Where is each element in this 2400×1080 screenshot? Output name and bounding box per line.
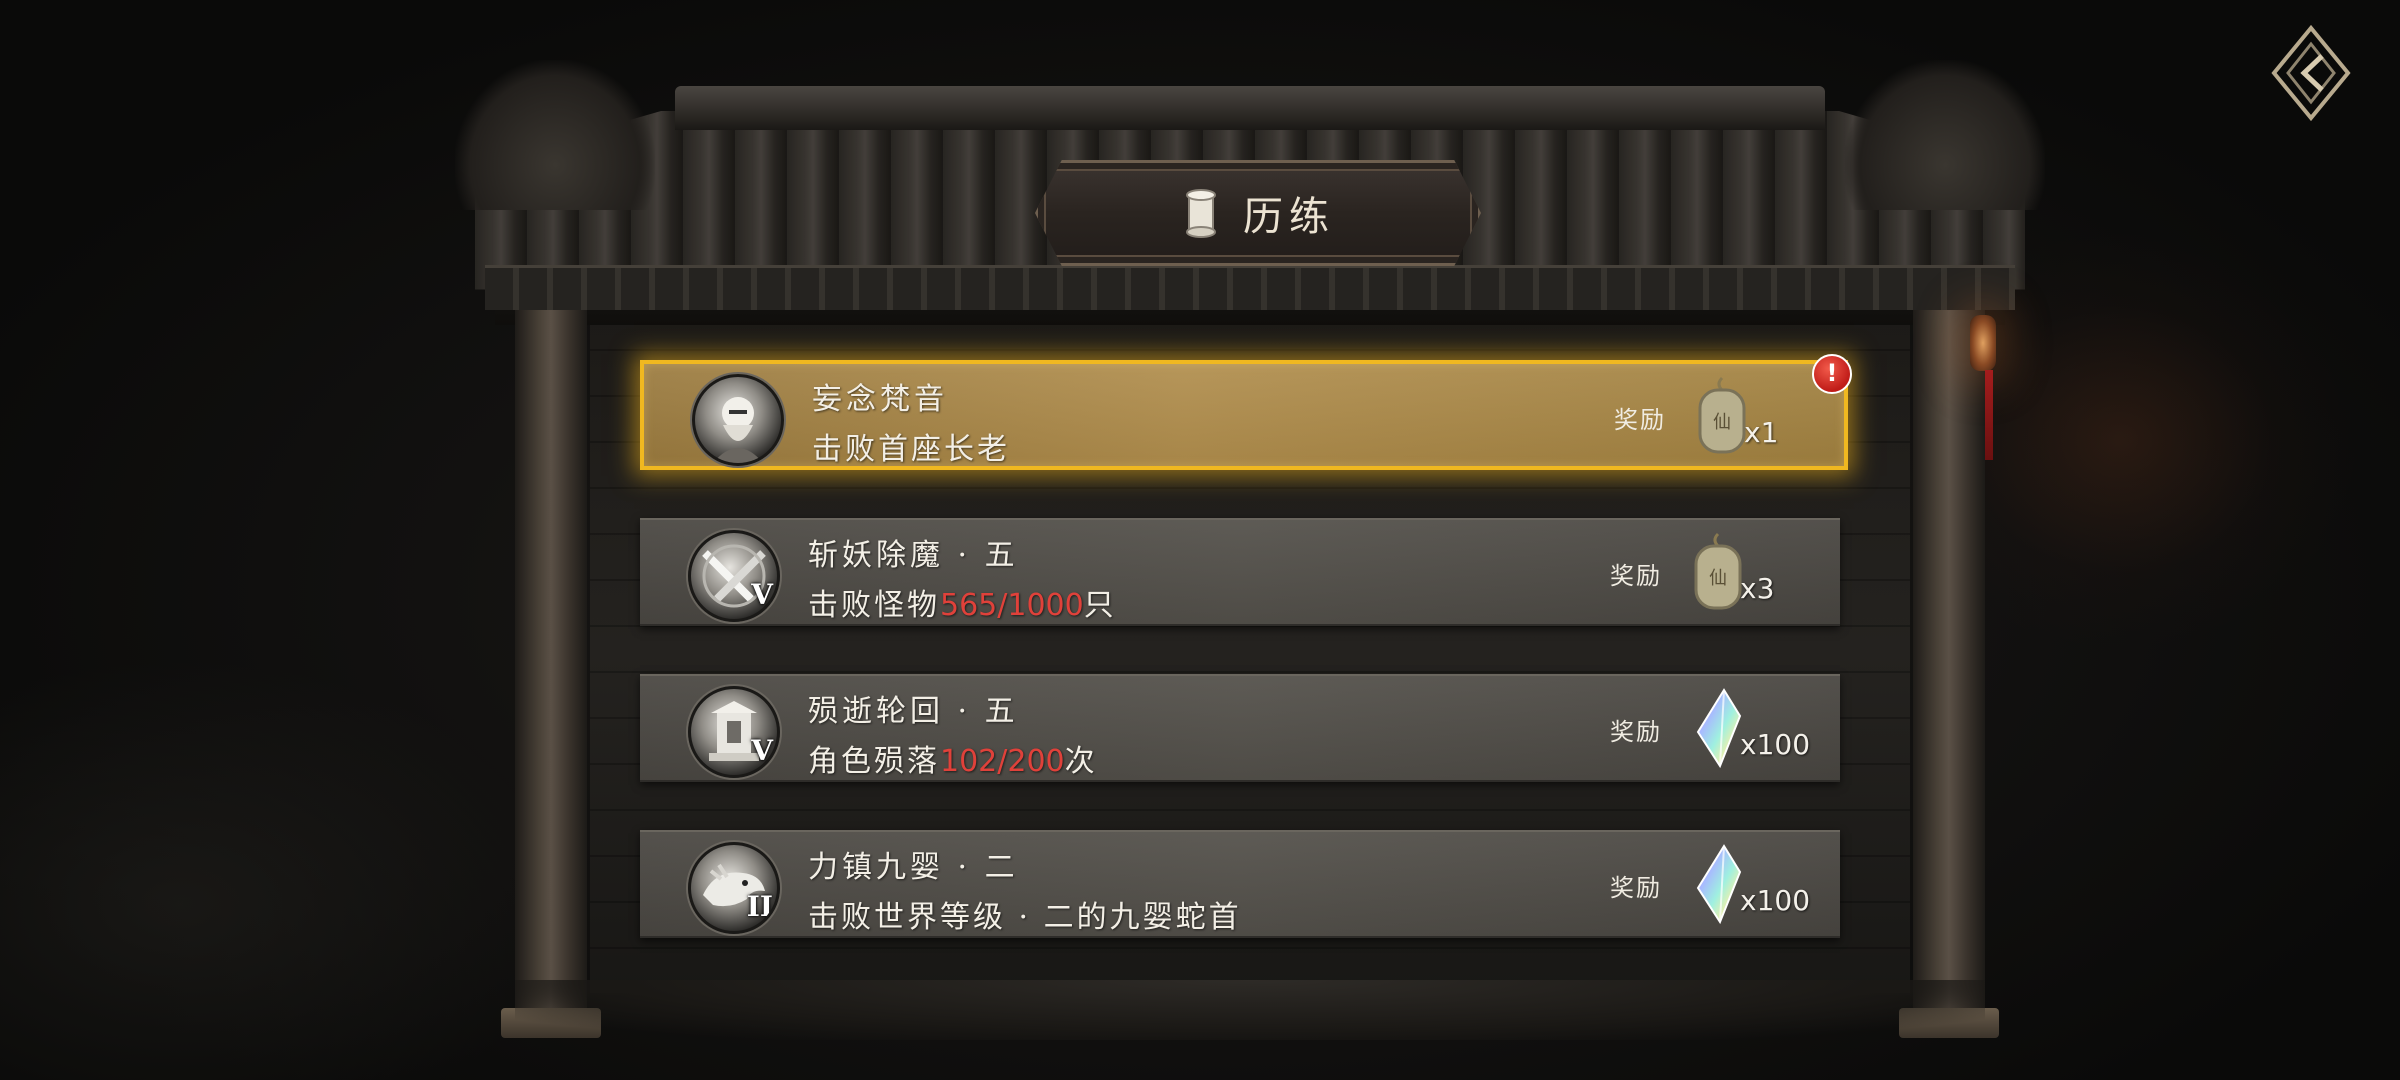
reward-quantity: x100 <box>1740 884 1811 917</box>
quest-desc-text: 击败首座长老 <box>812 432 1010 467</box>
quest-progress: 565/1000 <box>940 588 1084 623</box>
roof-eave <box>485 265 2015 310</box>
jade-token-icon: 仙 <box>1694 532 1742 610</box>
tier-numeral: II <box>746 890 773 923</box>
red-tassel <box>1985 370 1993 460</box>
quest-name: 斩妖除魔 · 五 <box>808 538 1019 573</box>
back-button[interactable] <box>2270 24 2352 122</box>
title-plaque: 历练 <box>1035 160 1481 266</box>
quest-name: 妄念梵音 <box>812 382 948 417</box>
quest-name: 力镇九婴 · 二 <box>808 850 1019 885</box>
quest-item-zhanyao-chumo[interactable]: V 斩妖除魔 · 五 击败怪物565/1000只 奖励 仙 x3 <box>640 518 1840 626</box>
quest-name: 殒逝轮回 · 五 <box>808 694 1019 729</box>
quest-description: 击败世界等级 · 二的九婴蛇首 <box>808 892 1242 936</box>
elder-portrait-icon <box>713 397 763 463</box>
scroll-icon <box>1186 189 1216 238</box>
roof-ridge <box>675 86 1825 130</box>
quest-badge: II <box>688 842 780 934</box>
game-screen: 历练 妄念梵音 击败首座长老 奖励 仙 x1 ! V 斩妖除魔 · 五 击败怪物… <box>0 0 2400 1080</box>
reward-quantity: x3 <box>1740 572 1775 605</box>
quest-badge: V <box>688 530 780 622</box>
reward-quantity: x1 <box>1744 416 1779 449</box>
quest-desc-text: 击败世界等级 · 二的九婴蛇首 <box>808 900 1242 935</box>
svg-text:仙: 仙 <box>1709 568 1727 589</box>
lantern-icon <box>1970 315 1996 371</box>
reward-quantity: x100 <box>1740 728 1811 761</box>
quest-badge: V <box>688 686 780 778</box>
quest-badge <box>692 374 784 466</box>
quest-progress: 102/200 <box>940 744 1065 779</box>
quest-list: 妄念梵音 击败首座长老 奖励 仙 x1 ! V 斩妖除魔 · 五 击败怪物565… <box>640 354 1852 986</box>
pillar-right <box>1913 310 1985 1020</box>
quest-desc-text: 角色殒落 <box>808 744 940 779</box>
reward-label: 奖励 <box>1610 562 1662 590</box>
quest-desc-suffix: 次 <box>1064 744 1098 779</box>
quest-item-lizhen-jiuying[interactable]: II 力镇九婴 · 二 击败世界等级 · 二的九婴蛇首 奖励 x100 <box>640 830 1840 938</box>
rainbow-crystal-icon <box>1696 688 1742 769</box>
quest-desc-text: 击败怪物 <box>808 588 940 623</box>
svg-text:仙: 仙 <box>1713 412 1731 433</box>
reward-label: 奖励 <box>1610 874 1662 902</box>
quest-item-wangnian-fanyin[interactable]: 妄念梵音 击败首座长老 奖励 仙 x1 ! <box>640 354 1852 470</box>
diamond-arrow-back-icon <box>2271 24 2351 122</box>
quest-description: 击败首座长老 <box>812 424 1010 468</box>
tier-numeral: V <box>751 578 773 611</box>
quest-description: 角色殒落102/200次 <box>808 736 1098 780</box>
dragon-ornament-right <box>1845 60 2045 210</box>
quest-item-yunshi-lunhui[interactable]: V 殒逝轮回 · 五 角色殒落102/200次 奖励 x100 <box>640 674 1840 782</box>
quest-desc-suffix: 只 <box>1083 588 1117 623</box>
pillar-left <box>515 310 587 1020</box>
reward-label: 奖励 <box>1614 406 1666 434</box>
tier-numeral: V <box>751 734 773 767</box>
jade-token-icon: 仙 <box>1698 376 1746 454</box>
page-title: 历练 <box>1243 194 1335 240</box>
quest-description: 击败怪物565/1000只 <box>808 580 1117 624</box>
stone-rubble <box>515 980 1985 1040</box>
dragon-ornament-left <box>455 60 655 210</box>
reward-label: 奖励 <box>1610 718 1662 746</box>
alert-badge: ! <box>1812 354 1852 394</box>
rainbow-crystal-icon <box>1696 844 1742 925</box>
